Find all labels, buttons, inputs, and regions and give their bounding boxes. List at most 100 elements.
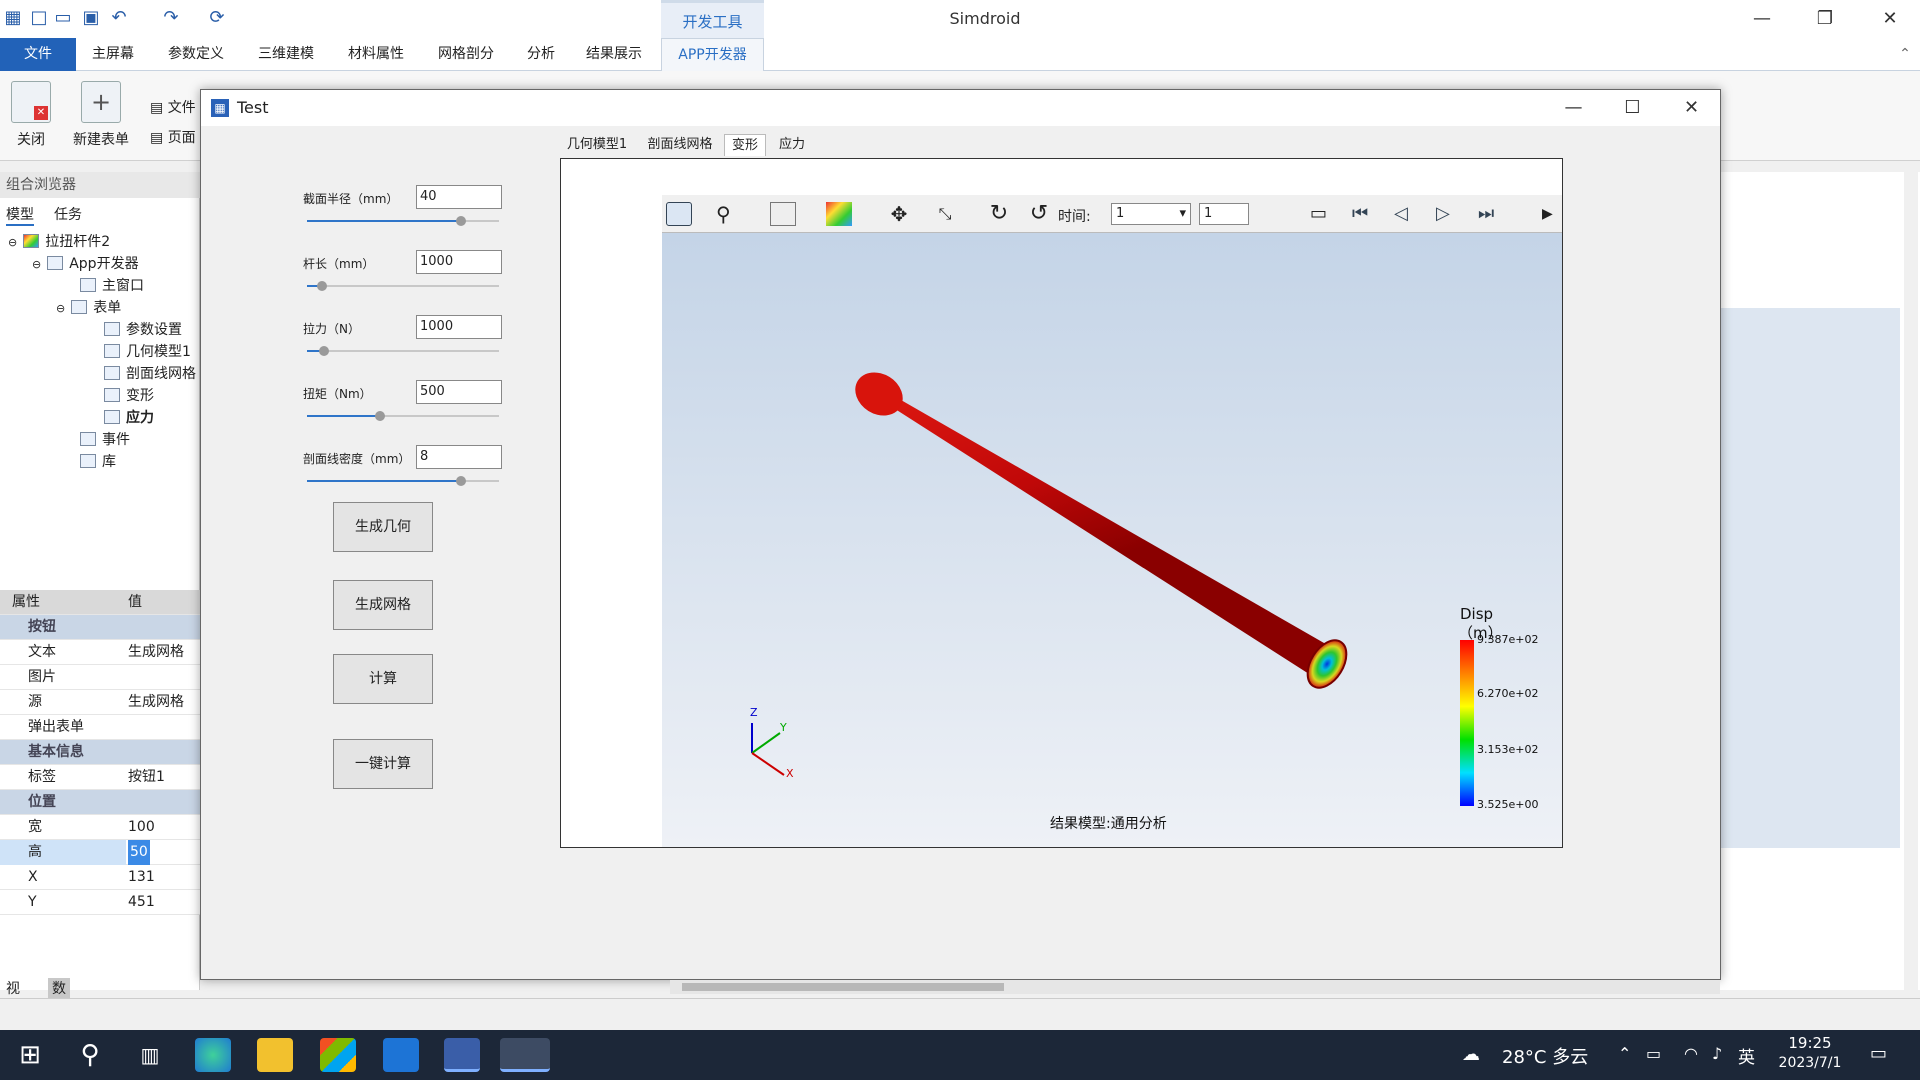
- force-slider[interactable]: [307, 345, 499, 357]
- tab-hatch-mesh[interactable]: 剖面线网格: [641, 134, 719, 156]
- refresh-icon[interactable]: ⟳: [206, 7, 228, 29]
- windows-start-icon[interactable]: ⊞: [12, 1038, 48, 1072]
- prev-frame-icon[interactable]: ◁: [1394, 202, 1420, 226]
- task-view-icon[interactable]: ▥: [132, 1038, 168, 1072]
- tab-3d-modeling[interactable]: 三维建模: [250, 38, 322, 71]
- torque-input[interactable]: 500: [416, 380, 502, 404]
- tab-task[interactable]: 任务: [54, 204, 82, 224]
- horizontal-scrollbar[interactable]: [670, 980, 1720, 994]
- tab-analysis[interactable]: 分析: [520, 38, 562, 71]
- edge-browser-icon[interactable]: [195, 1038, 231, 1072]
- mail-icon[interactable]: [383, 1038, 419, 1072]
- battery-icon[interactable]: ▭: [1646, 1044, 1661, 1063]
- property-category[interactable]: 位置: [0, 790, 200, 815]
- fit-view-icon[interactable]: ✥: [886, 202, 912, 226]
- scrollbar-thumb[interactable]: [682, 983, 1004, 991]
- slider-thumb[interactable]: [317, 281, 328, 291]
- tree-item-forms[interactable]: ⊖ 表单: [56, 298, 121, 318]
- notification-icon[interactable]: ▭: [1870, 1043, 1887, 1064]
- tree-item-project[interactable]: ⊖ 拉扭杆件2: [8, 232, 110, 252]
- close-button[interactable]: ✕: [1860, 0, 1920, 38]
- search-icon[interactable]: ⚲: [72, 1038, 108, 1072]
- file-explorer-icon[interactable]: [257, 1038, 293, 1072]
- slider-thumb[interactable]: [455, 216, 466, 226]
- hatch-density-input[interactable]: 8: [416, 445, 502, 469]
- dialog-close-button[interactable]: ✕: [1662, 90, 1721, 126]
- property-row[interactable]: X 131: [0, 865, 200, 890]
- time-select[interactable]: 1 ▾: [1111, 203, 1191, 225]
- length-input[interactable]: 1000: [416, 250, 502, 274]
- tree-item-form[interactable]: 剖面线网格: [104, 364, 196, 384]
- section-plane-icon[interactable]: [770, 202, 796, 226]
- tree-item-app-dev[interactable]: ⊖ App开发器: [32, 254, 139, 274]
- property-row[interactable]: 标签 按钮1: [0, 765, 200, 790]
- slider-thumb[interactable]: [319, 346, 330, 356]
- property-row[interactable]: 图片: [0, 665, 200, 690]
- camera-icon[interactable]: [666, 202, 692, 226]
- radius-slider[interactable]: [307, 215, 499, 227]
- property-row[interactable]: 源生成网格: [0, 690, 200, 715]
- slider-thumb[interactable]: [455, 476, 466, 486]
- open-folder-icon[interactable]: ▭: [52, 7, 74, 29]
- weather-icon[interactable]: ☁: [1462, 1044, 1480, 1065]
- simdroid-taskbar-icon[interactable]: [444, 1038, 480, 1072]
- tab-model[interactable]: 模型: [6, 204, 34, 226]
- app-taskbar-icon[interactable]: [500, 1038, 550, 1072]
- input-language[interactable]: 英: [1738, 1043, 1755, 1068]
- tab-file[interactable]: 文件: [0, 38, 76, 71]
- tab-stress[interactable]: 应力: [771, 134, 813, 156]
- property-row[interactable]: 文本 生成网格: [0, 640, 200, 665]
- minimize-button[interactable]: —: [1732, 0, 1792, 38]
- close-form-button[interactable]: ✕ 关闭: [8, 81, 54, 149]
- step-spinbox[interactable]: 1: [1199, 203, 1249, 225]
- clock-date[interactable]: 2023/7/1: [1770, 1055, 1850, 1071]
- new-file-icon[interactable]: □: [28, 7, 50, 29]
- tree-item-form-selected[interactable]: 应力: [104, 408, 154, 428]
- tab-geometry[interactable]: 几何模型1: [561, 134, 633, 156]
- tree-item-form[interactable]: 参数设置: [104, 320, 182, 340]
- restore-button[interactable]: ❐: [1795, 0, 1855, 38]
- tab-app-developer[interactable]: APP开发器: [661, 38, 764, 71]
- volume-icon[interactable]: ♪: [1712, 1044, 1722, 1063]
- tree-item-events[interactable]: 事件: [80, 430, 130, 450]
- property-row[interactable]: 宽 100: [0, 815, 200, 840]
- slider-thumb[interactable]: [374, 411, 385, 421]
- tree-item-form[interactable]: 几何模型1: [104, 342, 191, 362]
- color-cube-icon[interactable]: [826, 202, 852, 226]
- hatch-density-slider[interactable]: [307, 475, 499, 487]
- play-icon[interactable]: ▷: [1436, 202, 1462, 226]
- tab-params[interactable]: 参数定义: [160, 38, 232, 71]
- toolbar-overflow-icon[interactable]: ▶: [1542, 202, 1556, 226]
- tab-home[interactable]: 主屏幕: [82, 38, 144, 71]
- property-category[interactable]: 按钮: [0, 615, 200, 640]
- torque-slider[interactable]: [307, 410, 499, 422]
- tab-deformation[interactable]: 变形: [724, 134, 766, 156]
- record-video-icon[interactable]: ▭: [1310, 202, 1336, 226]
- property-row[interactable]: 弹出表单: [0, 715, 200, 740]
- redo-icon[interactable]: ↷: [160, 7, 182, 29]
- rotate-ccw-icon[interactable]: ↺: [1026, 202, 1052, 226]
- 3d-canvas[interactable]: Z Y X Disp （m） 9.387e+02 6.270e+02 3.153…: [662, 233, 1562, 847]
- length-slider[interactable]: [307, 280, 499, 292]
- tree-item-main-window[interactable]: 主窗口: [80, 276, 144, 296]
- property-row[interactable]: Y 451: [0, 890, 200, 915]
- undo-icon[interactable]: ↶: [108, 7, 130, 29]
- clock-time[interactable]: 19:25: [1770, 1034, 1850, 1052]
- zoom-icon[interactable]: ⚲: [716, 202, 742, 226]
- tray-chevron-icon[interactable]: ⌃: [1618, 1044, 1631, 1063]
- tab-results[interactable]: 结果展示: [578, 38, 650, 71]
- property-row-selected[interactable]: 高 50: [0, 840, 200, 865]
- compute-button[interactable]: 计算: [333, 654, 433, 704]
- force-input[interactable]: 1000: [416, 315, 502, 339]
- wifi-icon[interactable]: ◠: [1684, 1044, 1698, 1063]
- first-frame-icon[interactable]: ⏮: [1352, 202, 1378, 226]
- generate-geometry-button[interactable]: 生成几何: [333, 502, 433, 552]
- dialog-minimize-button[interactable]: —: [1544, 90, 1603, 126]
- axes-orientation-icon[interactable]: ⤡: [932, 202, 958, 226]
- weather-text[interactable]: 28°C 多云: [1502, 1043, 1588, 1069]
- radius-input[interactable]: 40: [416, 185, 502, 209]
- next-frame-icon[interactable]: ⏭: [1478, 202, 1504, 226]
- save-icon[interactable]: ▣: [80, 7, 102, 29]
- file-button[interactable]: ▤ 文件: [150, 97, 196, 117]
- page-button[interactable]: ▤ 页面: [150, 127, 196, 147]
